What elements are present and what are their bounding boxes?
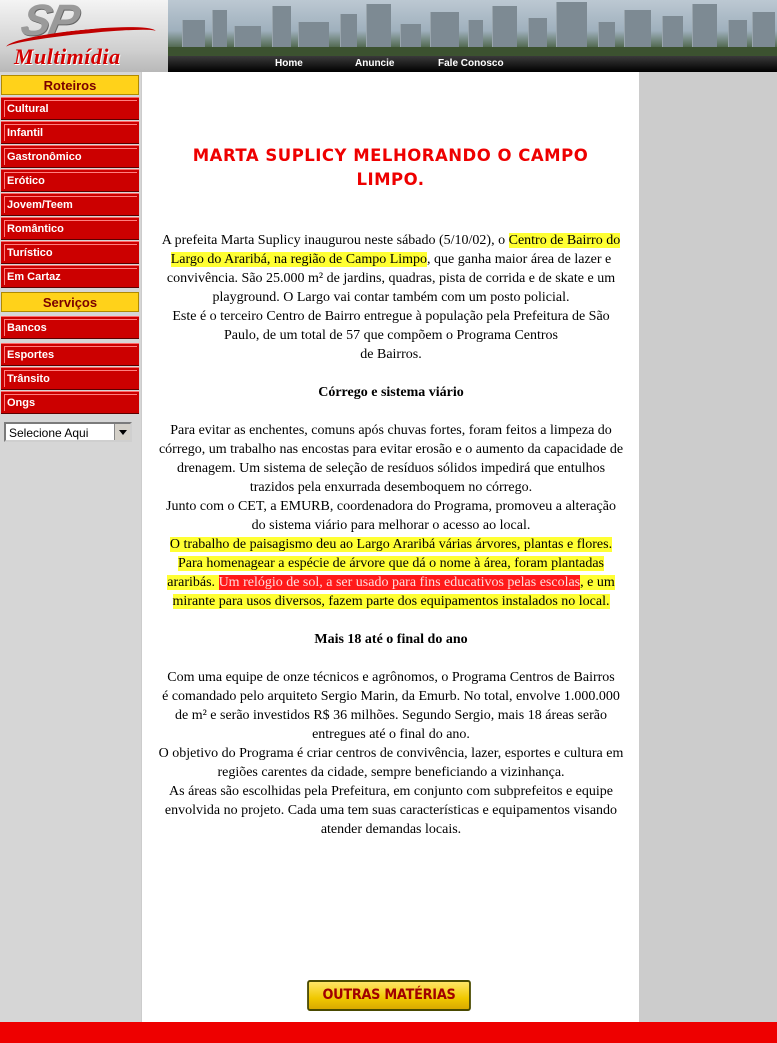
- sidebar-item-turistico[interactable]: Turístico: [1, 241, 139, 264]
- logo-name: Multimídia: [14, 44, 121, 69]
- article-text: A prefeita Marta Suplicy inaugurou neste…: [161, 233, 509, 248]
- sidebar-item-jovem-teem[interactable]: Jovem/Teem: [1, 193, 139, 216]
- sidebar-item-label: Gastronômico: [7, 151, 82, 163]
- nav-anuncie-link[interactable]: Anuncie: [355, 58, 394, 69]
- main-content: MARTA SUPLICY MELHORANDO O CAMPO LIMPO. …: [142, 72, 639, 1022]
- sidebar-item-label: Jovem/Teem: [7, 199, 73, 211]
- section-heading: Córrego e sistema viário: [318, 385, 464, 400]
- article-paragraph: Junto com o CET, a EMURB, coordenadora d…: [166, 499, 616, 514]
- section-heading: Mais 18 até o final do ano: [314, 632, 468, 647]
- sidebar-item-label: Turístico: [7, 247, 53, 259]
- article-body: A prefeita Marta Suplicy inaugurou neste…: [156, 231, 626, 839]
- sidebar-item-label: Ongs: [7, 397, 36, 409]
- sidebar-item-label: Infantil: [7, 127, 44, 139]
- sidebar-item-ongs[interactable]: Ongs: [1, 391, 139, 414]
- top-navigation: Home Anuncie Fale Conosco: [168, 56, 777, 72]
- outras-materias-button[interactable]: OUTRAS MATÉRIAS: [307, 980, 471, 1011]
- sidebar-item-gastronomico[interactable]: Gastronômico: [1, 145, 139, 168]
- sidebar-item-label: Em Cartaz: [7, 271, 61, 283]
- article-paragraph: do sistema viário para melhorar o acesso…: [251, 518, 531, 533]
- article-paragraph: O objetivo do Programa é criar centros d…: [158, 746, 624, 780]
- sidebar-item-label: Erótico: [7, 175, 45, 187]
- sidebar-item-em-cartaz[interactable]: Em Cartaz: [1, 265, 139, 288]
- sidebar-item-infantil[interactable]: Infantil: [1, 121, 139, 144]
- sidebar-item-cultural[interactable]: Cultural: [1, 97, 139, 120]
- left-sidebar: Roteiros Cultural Infantil Gastronômico …: [0, 72, 141, 1022]
- roteiros-header: Roteiros: [1, 75, 139, 95]
- article-title: MARTA SUPLICY MELHORANDO O CAMPO LIMPO.: [192, 146, 589, 189]
- servicos-header: Serviços: [1, 292, 139, 312]
- sidebar-item-label: Romântico: [7, 223, 64, 235]
- header-banner-skyline: [168, 0, 777, 56]
- article-paragraph: de Bairros.: [360, 347, 422, 362]
- article-paragraph: Para evitar as enchentes, comuns após ch…: [158, 423, 624, 495]
- article-paragraph: Com uma equipe de onze técnicos e agrôno…: [167, 670, 615, 685]
- sidebar-item-esportes[interactable]: Esportes: [1, 343, 139, 366]
- header: SP Multimídia Home Anuncie Fale Conosco: [0, 0, 777, 72]
- sidebar-item-label: Cultural: [7, 103, 49, 115]
- nav-home-link[interactable]: Home: [275, 58, 303, 69]
- sidebar-item-label: Trânsito: [7, 373, 50, 385]
- sidebar-item-transito[interactable]: Trânsito: [1, 367, 139, 390]
- article-paragraph: O trabalho de paisagismo deu ao Largo Ar…: [156, 535, 626, 611]
- chevron-down-icon[interactable]: [114, 424, 130, 440]
- sidebar-item-erotico[interactable]: Erótico: [1, 169, 139, 192]
- article-paragraph: A prefeita Marta Suplicy inaugurou neste…: [156, 231, 626, 307]
- article-paragraph: As áreas são escolhidas pela Prefeitura,…: [164, 784, 618, 837]
- site-logo[interactable]: SP Multimídia: [0, 0, 168, 72]
- sidebar-item-label: Bancos: [7, 322, 47, 334]
- sidebar-item-bancos[interactable]: Bancos: [1, 316, 139, 339]
- article-paragraph: Este é o terceiro Centro de Bairro entre…: [172, 309, 610, 343]
- quick-select-dropdown[interactable]: Selecione Aqui: [4, 422, 132, 442]
- red-highlighted-text: Um relógio de sol, a ser usado para fins…: [218, 575, 581, 590]
- sidebar-item-label: Esportes: [7, 349, 55, 361]
- sidebar-item-romantico[interactable]: Romântico: [1, 217, 139, 240]
- article-paragraph: é comandado pelo arquiteto Sergio Marin,…: [162, 689, 620, 742]
- footer-bar: [0, 1022, 777, 1043]
- select-value: Selecione Aqui: [9, 426, 89, 440]
- nav-fale-conosco-link[interactable]: Fale Conosco: [438, 58, 504, 69]
